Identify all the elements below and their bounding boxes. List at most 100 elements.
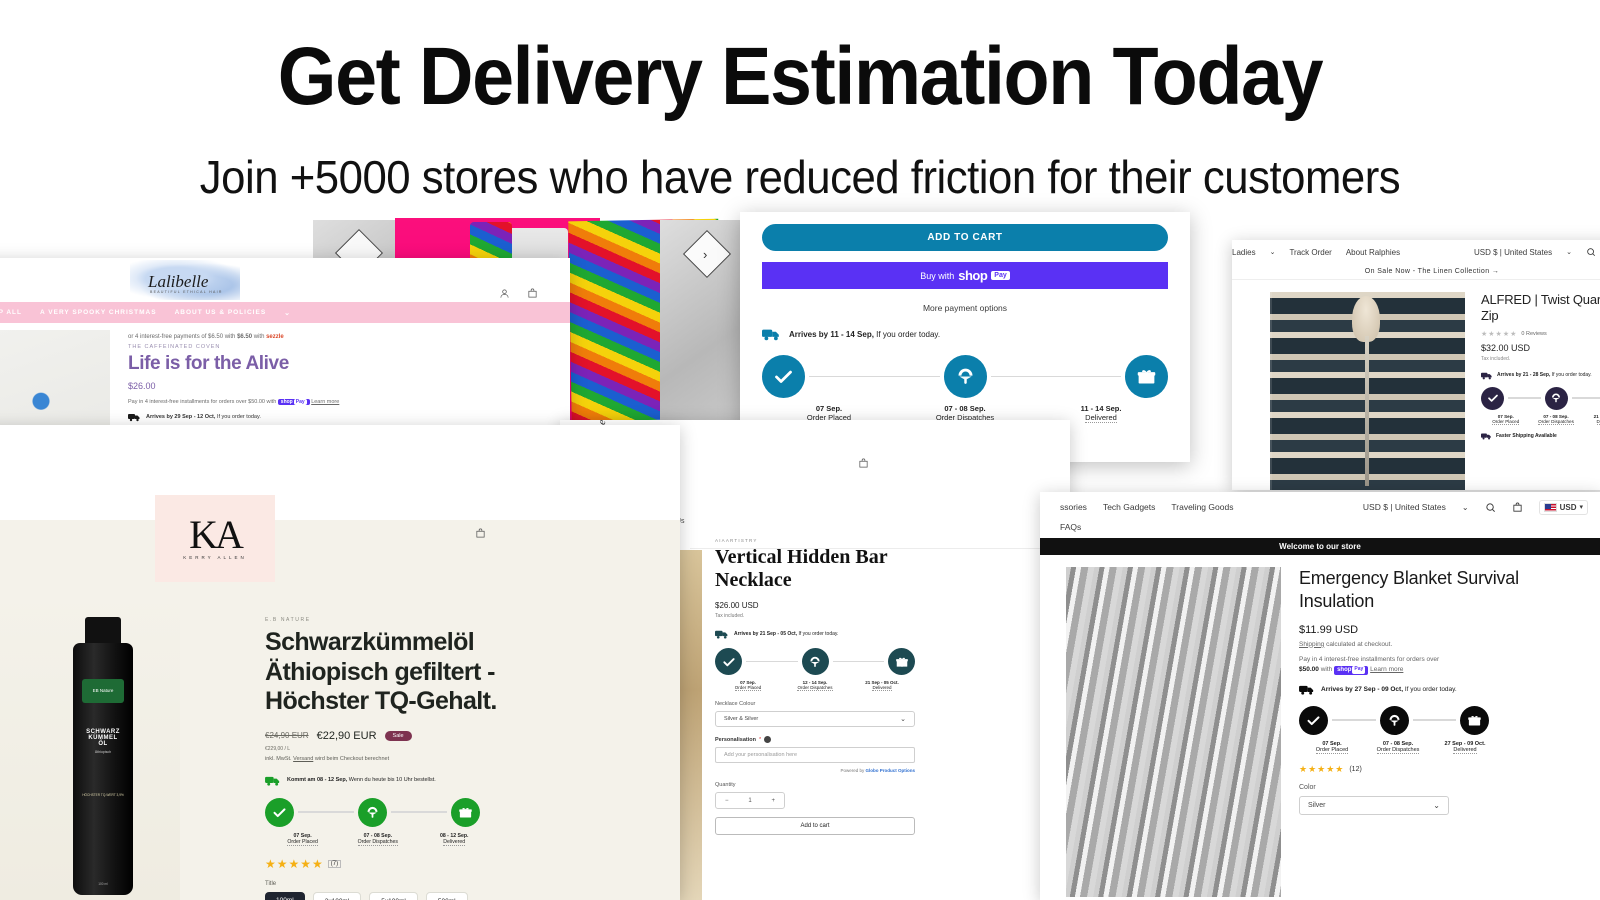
- ebnature-product-image[interactable]: EB Nature SCHWARZ KÜMMEL ÖL Äthiopisch H…: [0, 585, 180, 900]
- nav-item-about[interactable]: About Ralphies: [1346, 248, 1400, 257]
- nav-chevron-down-icon[interactable]: ⌄: [284, 309, 291, 317]
- search-icon[interactable]: [1485, 502, 1496, 513]
- bottle-brand-badge: EB Nature: [82, 679, 124, 703]
- nav-item-ladies[interactable]: Ladies: [1232, 248, 1256, 257]
- nav-ladies-chevron-icon[interactable]: ⌄: [1270, 248, 1276, 256]
- currency-pill-selector[interactable]: USD ▾: [1538, 499, 1588, 515]
- currency-selector[interactable]: USD $ | United States: [1363, 502, 1446, 512]
- account-icon[interactable]: [499, 288, 510, 299]
- variant-option-5x100ml[interactable]: 5x100ml: [369, 891, 418, 900]
- bottle-line-3: ÖL: [98, 741, 108, 747]
- arrives-date: Arrives by 21 Sep - 05 Oct,: [734, 631, 798, 637]
- sezzle-brand: sezzle: [266, 334, 284, 340]
- chevron-down-icon: ⌄: [1433, 800, 1440, 810]
- product-title: ALFRED | Twist Quarter-Zip: [1481, 292, 1600, 324]
- timeline-labels: 07 Sep. Order Placed 07 - 08 Sep. Order …: [1481, 414, 1600, 425]
- powered-by-line: Powered by Globo Product Options: [840, 768, 916, 773]
- arrives-date: Arrives by 29 Sep - 12 Oct,: [146, 414, 216, 420]
- quantity-stepper[interactable]: − 1 +: [715, 792, 785, 809]
- timeline-labels: 07 Sep. Order Placed 07 - 08 Sep. Order …: [265, 833, 493, 846]
- ebnature-storefront-window: KA KERRY ALLEN EB Nature SCHWARZ KÜMMEL …: [0, 425, 680, 900]
- variant-option-500ml[interactable]: 500ml: [425, 891, 468, 900]
- personalisation-label: Personalisation: [715, 736, 756, 743]
- kerry-allen-name: KERRY ALLEN: [183, 555, 247, 560]
- arrives-date: Arrives by 11 - 14 Sep,: [789, 329, 874, 339]
- delivery-timeline: [1481, 386, 1600, 410]
- learn-more-link[interactable]: Learn more: [311, 399, 339, 405]
- color-value: Silver: [1308, 801, 1326, 809]
- quantity-label: Quantity: [715, 782, 736, 788]
- nav-item-faqs[interactable]: FAQs: [1040, 522, 1600, 538]
- truck-icon: [1481, 371, 1493, 380]
- color-label: Color: [1299, 783, 1316, 791]
- ralphies-storefront-window: Ladies ⌄ Track Order About Ralphies USD …: [1232, 240, 1600, 490]
- lalibelle-tagline: BEAUTIFUL ETHICAL HAIR: [150, 290, 223, 294]
- nav-item-spooky-christmas[interactable]: A VERY SPOOKY CHRISTMAS: [40, 309, 157, 316]
- nav-item-accessories[interactable]: ssories: [1060, 502, 1087, 512]
- kerry-allen-logo[interactable]: KA KERRY ALLEN: [155, 495, 275, 582]
- search-icon[interactable]: [1586, 247, 1596, 257]
- emergency-product-image[interactable]: [1066, 567, 1281, 897]
- more-payment-options-link[interactable]: More payment options: [762, 303, 1168, 313]
- us-flag-icon: [1543, 502, 1557, 512]
- buy-with-shop-pay-button[interactable]: Buy with shop Pay: [762, 262, 1168, 289]
- nav-item-tech-gadgets[interactable]: Tech Gadgets: [1103, 502, 1155, 512]
- ralphies-announcement[interactable]: On Sale Now - The Linen Collection →: [1232, 264, 1600, 280]
- rating-stars: ★★★★★: [1481, 330, 1518, 338]
- installments-amount: $50.00: [1299, 665, 1319, 673]
- cart-icon[interactable]: [1512, 502, 1523, 513]
- necklace-colour-value: Silver & Silver: [724, 716, 759, 722]
- currency-selector[interactable]: USD $ | United States: [1474, 248, 1552, 257]
- zipper-line: [1365, 336, 1369, 486]
- timeline-node-order-placed: [715, 648, 742, 675]
- learn-more-link[interactable]: Learn more: [1370, 666, 1403, 673]
- nav-item-track-order[interactable]: Track Order: [1289, 248, 1331, 257]
- globo-link[interactable]: Globo Product Options: [866, 768, 916, 773]
- info-icon[interactable]: [764, 736, 772, 743]
- unit-price: €229,00 / L: [265, 745, 291, 752]
- quantity-value: 1: [748, 797, 752, 804]
- cart-icon[interactable]: [527, 288, 538, 299]
- timeline-label-0: 07 Sep. Order Placed: [1492, 413, 1520, 425]
- quantity-plus-button[interactable]: +: [771, 798, 775, 804]
- currency-chevron-icon[interactable]: ⌄: [1462, 503, 1469, 512]
- variant-option-3x100ml[interactable]: 3x100ml: [312, 891, 362, 900]
- rating-stars: ★★★★★: [1299, 763, 1345, 774]
- quantity-minus-button[interactable]: −: [725, 798, 729, 804]
- timeline-connector: [990, 375, 1121, 378]
- nav-item-traveling-goods[interactable]: Traveling Goods: [1171, 502, 1233, 512]
- price-new: €22,90 EUR: [316, 729, 377, 742]
- nav-item-about-policies[interactable]: ABOUT US & POLICIES: [175, 309, 267, 316]
- timeline-label-1: 07 - 08 Sep. Order Dispatches: [357, 832, 399, 846]
- cart-icon[interactable]: [475, 528, 486, 539]
- arrives-date: Arrives by 21 - 28 Sep,: [1497, 372, 1551, 378]
- shipping-link[interactable]: Shipping: [1299, 641, 1324, 648]
- timeline-connector: [746, 660, 798, 663]
- currency-pill-label: USD: [1559, 502, 1577, 512]
- lalibelle-logo[interactable]: Lalibelle BEAUTIFUL ETHICAL HAIR: [130, 260, 240, 300]
- page-subtitle: Join +5000 stores who have reduced frict…: [199, 151, 1401, 203]
- necklace-colour-select[interactable]: Silver & Silver ⌄: [715, 711, 915, 727]
- faster-shipping-label: Faster Shipping Available: [1496, 432, 1557, 439]
- tax-note: Tax included.: [1481, 355, 1511, 362]
- variant-option-100ml[interactable]: 100ml: [265, 891, 305, 900]
- ralphies-product-image[interactable]: [1270, 292, 1465, 490]
- timeline-node-order-placed: [1481, 386, 1504, 410]
- truck-icon: [1481, 432, 1492, 440]
- shipping-link[interactable]: Versand: [293, 756, 313, 762]
- nav-item-shop-all[interactable]: SHOP ALL: [0, 309, 22, 316]
- lalibelle-wordmark: Lalibelle: [148, 272, 209, 291]
- product-title: Schwarzkümmelöl Äthiopisch gefiltert - H…: [265, 628, 497, 715]
- timeline-node-order-placed: [265, 797, 294, 827]
- color-select[interactable]: Silver ⌄: [1299, 795, 1449, 815]
- add-to-cart-button[interactable]: Add to cart: [715, 817, 915, 835]
- truck-icon: [762, 327, 781, 341]
- timeline-label-2: 27 Sep - 09 Oct. Delivered: [1444, 740, 1486, 754]
- cart-icon[interactable]: [858, 458, 869, 469]
- slider-next-chevron-icon: ›: [703, 247, 708, 262]
- lalibelle-navbar: HOME SHOP ALL A VERY SPOOKY CHRISTMAS AB…: [0, 302, 570, 323]
- product-title: Vertical Hidden Bar Necklace: [715, 546, 888, 591]
- add-to-cart-button[interactable]: ADD TO CART: [762, 224, 1168, 251]
- personalisation-input[interactable]: Add your personalisation here: [715, 747, 915, 763]
- currency-chevron-icon[interactable]: ⌄: [1566, 248, 1572, 256]
